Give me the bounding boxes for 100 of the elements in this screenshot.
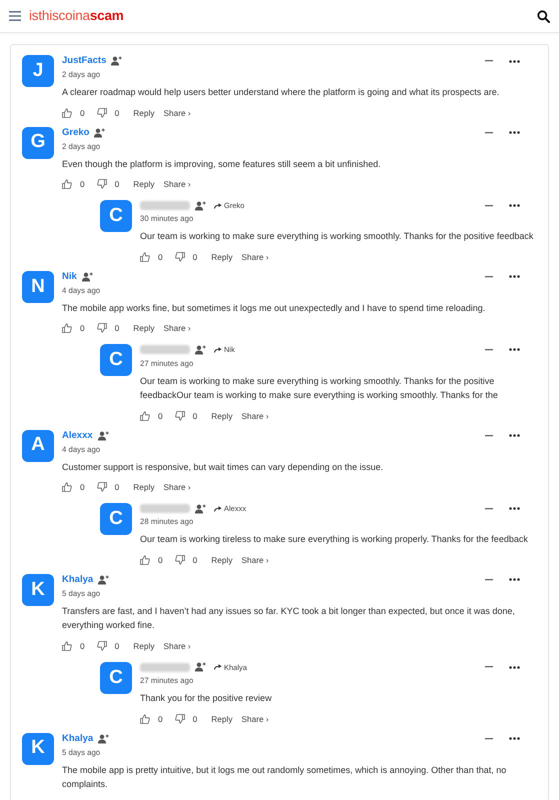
site-logo[interactable]: isthiscoinascam xyxy=(29,6,124,26)
thumbs-up-icon[interactable] xyxy=(140,554,150,565)
thumbs-down-icon[interactable] xyxy=(96,323,107,334)
more-icon[interactable] xyxy=(509,578,520,582)
author-name[interactable]: Nik xyxy=(62,270,77,283)
thumbs-down-icon[interactable] xyxy=(96,482,107,492)
add-user-icon[interactable] xyxy=(195,504,206,514)
minimize-icon[interactable] xyxy=(485,578,493,581)
more-icon[interactable] xyxy=(509,666,520,669)
reply-link[interactable]: Reply xyxy=(211,250,232,263)
minimize-icon[interactable] xyxy=(485,434,493,436)
share-link[interactable]: Share › xyxy=(241,250,269,263)
thumbs-up-icon[interactable] xyxy=(62,323,72,334)
share-link[interactable]: Share › xyxy=(241,410,269,422)
reply-arrow-icon xyxy=(214,202,222,209)
dislike-count: 0 xyxy=(192,712,198,724)
minimize-icon[interactable] xyxy=(485,508,493,510)
avatar: J xyxy=(22,55,54,87)
minimize-icon[interactable] xyxy=(485,204,493,207)
minimize-icon[interactable] xyxy=(485,276,493,278)
add-user-icon[interactable] xyxy=(82,272,93,282)
share-link[interactable]: Share › xyxy=(163,322,191,334)
add-user-icon[interactable] xyxy=(195,662,206,672)
author-name[interactable]: Khalya xyxy=(62,732,94,744)
share-link[interactable]: Share › xyxy=(163,640,191,652)
comment-text: Customer support is responsive, but wait times can vary depending on the issue. xyxy=(62,460,384,474)
reply-link[interactable]: Reply xyxy=(211,554,232,566)
comment-text: Transfers are fast, and I haven’t had any issues so far. KYC took a bit longer than expected, but once it was done, everything worked fine. xyxy=(62,604,516,632)
thumbs-up-icon[interactable] xyxy=(140,252,150,262)
share-link[interactable]: Share › xyxy=(241,712,269,724)
thumbs-down-icon[interactable] xyxy=(96,640,107,651)
comment-text: Our team is working tireless to make sure everything is working properly. Thanks for the feedback xyxy=(140,533,529,546)
reply-link[interactable]: Reply xyxy=(211,410,232,422)
add-user-icon[interactable] xyxy=(195,344,206,355)
avatar: K xyxy=(22,732,54,764)
more-icon[interactable] xyxy=(509,348,520,352)
share-link[interactable]: Share › xyxy=(241,554,269,566)
comment-text: A clearer roadmap would help users better understand where the platform is going and what its prospects are. xyxy=(62,86,500,99)
search-icon[interactable] xyxy=(537,10,550,22)
avatar: C xyxy=(100,662,132,694)
thumbs-down-icon[interactable] xyxy=(174,410,185,420)
comment-text: Thank you for the positive review xyxy=(140,692,273,705)
reply-link[interactable]: Reply xyxy=(133,106,154,118)
reply-link[interactable]: Reply xyxy=(211,712,232,724)
like-count: 0 xyxy=(158,712,163,724)
more-icon[interactable] xyxy=(509,60,520,62)
add-user-icon[interactable] xyxy=(98,430,109,440)
thumbs-up-icon[interactable] xyxy=(62,640,72,651)
minimize-icon[interactable] xyxy=(485,738,493,740)
thumbs-down-icon[interactable] xyxy=(96,179,107,189)
thumbs-down-icon[interactable] xyxy=(174,252,185,262)
blurred-name xyxy=(140,201,190,210)
author-name[interactable]: Alexxx xyxy=(62,430,93,442)
add-user-icon[interactable] xyxy=(98,574,110,585)
author-name[interactable]: Khalya xyxy=(62,574,94,586)
add-user-icon[interactable] xyxy=(111,56,122,66)
avatar: K xyxy=(22,574,54,606)
more-icon[interactable] xyxy=(509,737,520,740)
reply-arrow-icon xyxy=(214,346,222,353)
share-link[interactable]: Share › xyxy=(163,481,191,493)
minimize-icon[interactable] xyxy=(485,60,493,62)
reply-link[interactable]: Reply xyxy=(133,640,154,652)
add-user-icon[interactable] xyxy=(98,734,110,744)
more-icon[interactable] xyxy=(509,204,520,208)
add-user-icon[interactable] xyxy=(94,128,106,138)
avatar: A xyxy=(22,430,54,462)
thumbs-down-icon[interactable] xyxy=(174,554,185,565)
avatar: C xyxy=(100,344,132,376)
minimize-icon[interactable] xyxy=(485,132,493,134)
more-icon[interactable] xyxy=(509,275,520,278)
minimize-icon[interactable] xyxy=(485,666,493,668)
share-link[interactable]: Share › xyxy=(163,106,191,118)
comment-text: Our team is working to make sure everything is working smoothly. Thanks for the positive feedback xyxy=(140,230,534,244)
comment-text: The mobile app works fine, but sometimes it logs me out unexpectedly and I have to spend time reloading. xyxy=(62,302,486,315)
reply-link[interactable]: Reply xyxy=(133,178,154,190)
more-icon[interactable] xyxy=(509,131,520,134)
dislike-count: 0 xyxy=(114,322,120,334)
blurred-name xyxy=(140,662,190,672)
like-count: 0 xyxy=(80,640,85,652)
reply-link[interactable]: Reply xyxy=(133,481,154,493)
comment-text: Our team is working to make sure everything is working smoothly. Thanks for the positive feedbackOur team is working to make sure everything is working smoothly. Thanks for the xyxy=(140,374,499,402)
thumbs-up-icon[interactable] xyxy=(140,410,150,420)
thumbs-up-icon[interactable] xyxy=(62,179,72,189)
thumbs-down-icon[interactable] xyxy=(96,108,107,118)
reply-link[interactable]: Reply xyxy=(133,322,154,334)
like-count: 0 xyxy=(158,554,163,566)
thumbs-up-icon[interactable] xyxy=(62,108,72,118)
author-name[interactable]: JustFacts xyxy=(62,55,106,67)
avatar: G xyxy=(22,126,54,158)
menu-icon[interactable] xyxy=(9,11,21,21)
thumbs-up-icon[interactable] xyxy=(62,482,72,492)
share-link[interactable]: Share › xyxy=(163,178,191,190)
add-user-icon[interactable] xyxy=(195,200,206,211)
thumbs-up-icon[interactable] xyxy=(140,714,150,724)
more-icon[interactable] xyxy=(509,507,520,510)
more-icon[interactable] xyxy=(509,434,520,437)
thumbs-down-icon[interactable] xyxy=(174,714,185,724)
author-name[interactable]: Greko xyxy=(62,126,90,138)
blurred-name xyxy=(140,345,190,354)
minimize-icon[interactable] xyxy=(485,348,493,351)
